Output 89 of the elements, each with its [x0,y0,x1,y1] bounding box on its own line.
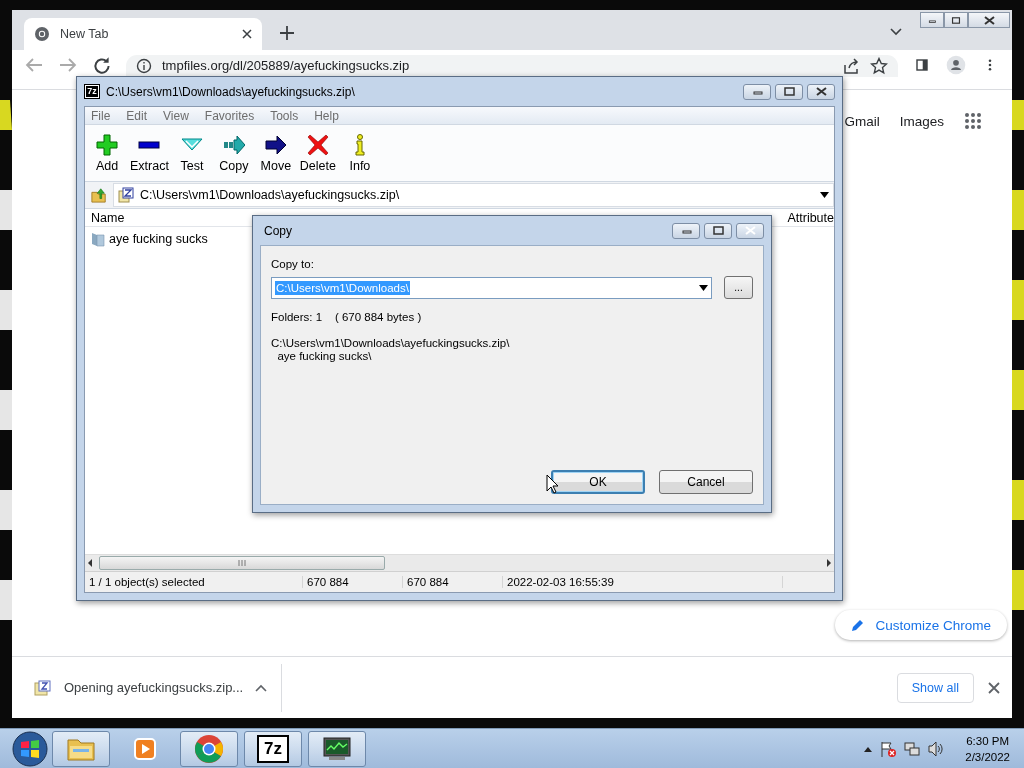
path-text: aye fucking sucks\ [276,350,373,363]
dropdown-icon[interactable] [699,284,708,291]
dialog-title: Copy [263,223,292,238]
toolbar-button[interactable]: Delete [297,127,338,179]
maximize-button[interactable] [944,12,968,28]
profile-icon[interactable] [945,55,967,75]
archive-file-icon [34,679,52,696]
network-icon[interactable] [903,739,922,758]
chrome-icon [194,733,224,764]
folder-up-icon [91,186,107,204]
maximize-button[interactable] [775,83,803,100]
selected-text: C:\Users\vm1\Downloads\ [275,280,410,295]
app-icon: 7z [84,84,100,99]
header-link[interactable]: Gmail [844,113,880,129]
status-text: 1 / 1 object(s) selected [85,576,303,588]
close-icon[interactable] [988,681,1000,694]
close-icon [982,15,996,25]
show-all-button[interactable]: Show all [896,672,974,703]
dialog-button[interactable]: Cancel [659,470,753,494]
browse-button[interactable]: ... [724,276,753,299]
menu-item[interactable]: Favorites [204,108,255,123]
scroll-right-icon[interactable] [824,558,834,568]
monitor-icon [321,735,353,762]
toolbar-button[interactable]: Copy [213,127,254,179]
address-bar[interactable]: tmpfiles.org/dl/205889/ayefuckingsucks.zip [126,55,898,77]
cursor-icon [546,474,559,494]
start-button[interactable] [12,730,48,767]
menu-item[interactable]: Tools [270,108,299,123]
tab-search-icon[interactable] [890,28,902,36]
time-text: 6:30 PM [966,733,1010,749]
toolbar-button[interactable]: Add [87,127,127,179]
close-icon [814,87,828,96]
delete-icon [306,133,329,156]
close-icon[interactable] [242,29,252,39]
path-text: C:\Users\vm1\Downloads\ayefuckingsucks.zip\ [271,337,511,350]
browser-tab[interactable]: New Tab [24,18,262,50]
minimize-button[interactable] [672,222,700,239]
status-text: 670 884 [303,576,403,588]
status-text: 670 884 [403,576,503,588]
speaker-icon[interactable] [927,739,946,758]
field-label: Copy to: [271,258,315,270]
minimize-button[interactable] [920,12,944,28]
menu-item[interactable]: Edit [126,108,148,123]
menu-item[interactable]: Help [314,108,339,123]
close-button[interactable] [968,12,1010,28]
file-name[interactable]: aye fucking sucks [109,232,208,246]
toolbar-button[interactable]: Move [255,127,296,179]
flag-icon[interactable] [879,739,898,758]
media-player-icon [132,735,158,762]
star-icon[interactable] [870,57,888,75]
archive-file-icon [118,187,134,203]
toolbar-button[interactable]: Extract [129,127,170,179]
toolbar-button[interactable]: Info [339,127,380,179]
summary-text: Folders: 1 ( 670 884 bytes ) [271,311,423,323]
info-icon [136,58,152,74]
menu-item[interactable]: File [91,108,111,123]
status-text: 2022-02-03 16:55:39 [503,576,783,588]
url-text: tmpfiles.org/dl/205889/ayefuckingsucks.zip [162,59,410,73]
header-link[interactable]: Images [899,113,944,129]
close-icon [743,226,757,235]
maximize-icon [711,226,725,235]
chrome-icon [34,26,50,42]
add-icon [96,133,118,156]
download-status: Opening ayefuckingsucks.zip... [64,680,244,695]
maximize-icon [782,87,796,96]
close-button[interactable] [807,83,835,100]
taskbar-button[interactable]: 7z [244,730,302,767]
pencil-icon [851,618,866,632]
copy-icon [222,133,245,156]
maximize-button[interactable] [704,222,732,239]
folder-icon [91,231,105,247]
toolbar-button[interactable]: Test [171,127,212,179]
taskbar-button[interactable] [308,730,366,767]
menu-item[interactable]: View [163,108,189,123]
maximize-icon [951,15,961,25]
customize-chrome-button[interactable]: Customize Chrome [835,610,1007,640]
share-icon[interactable] [842,57,860,75]
sevenzip-icon: 7z [257,734,289,763]
date-text: 2/3/2022 [965,749,1010,765]
move-icon [264,133,287,156]
clock[interactable]: 6:30 PM 2/3/2022 [965,732,1010,765]
chevron-up-icon[interactable] [255,683,268,692]
apps-icon[interactable] [964,112,982,130]
dialog-button[interactable]: OK [551,470,645,494]
scrollbar-thumb[interactable] [99,556,385,570]
minimize-button[interactable] [743,83,771,100]
dropdown-icon[interactable] [820,192,829,198]
path-field[interactable]: C:\Users\vm1\Downloads\ayefuckingsucks.zip\ [113,183,834,207]
window-title: C:\Users\vm1\Downloads\ayefuckingsucks.zip\ [106,84,355,99]
